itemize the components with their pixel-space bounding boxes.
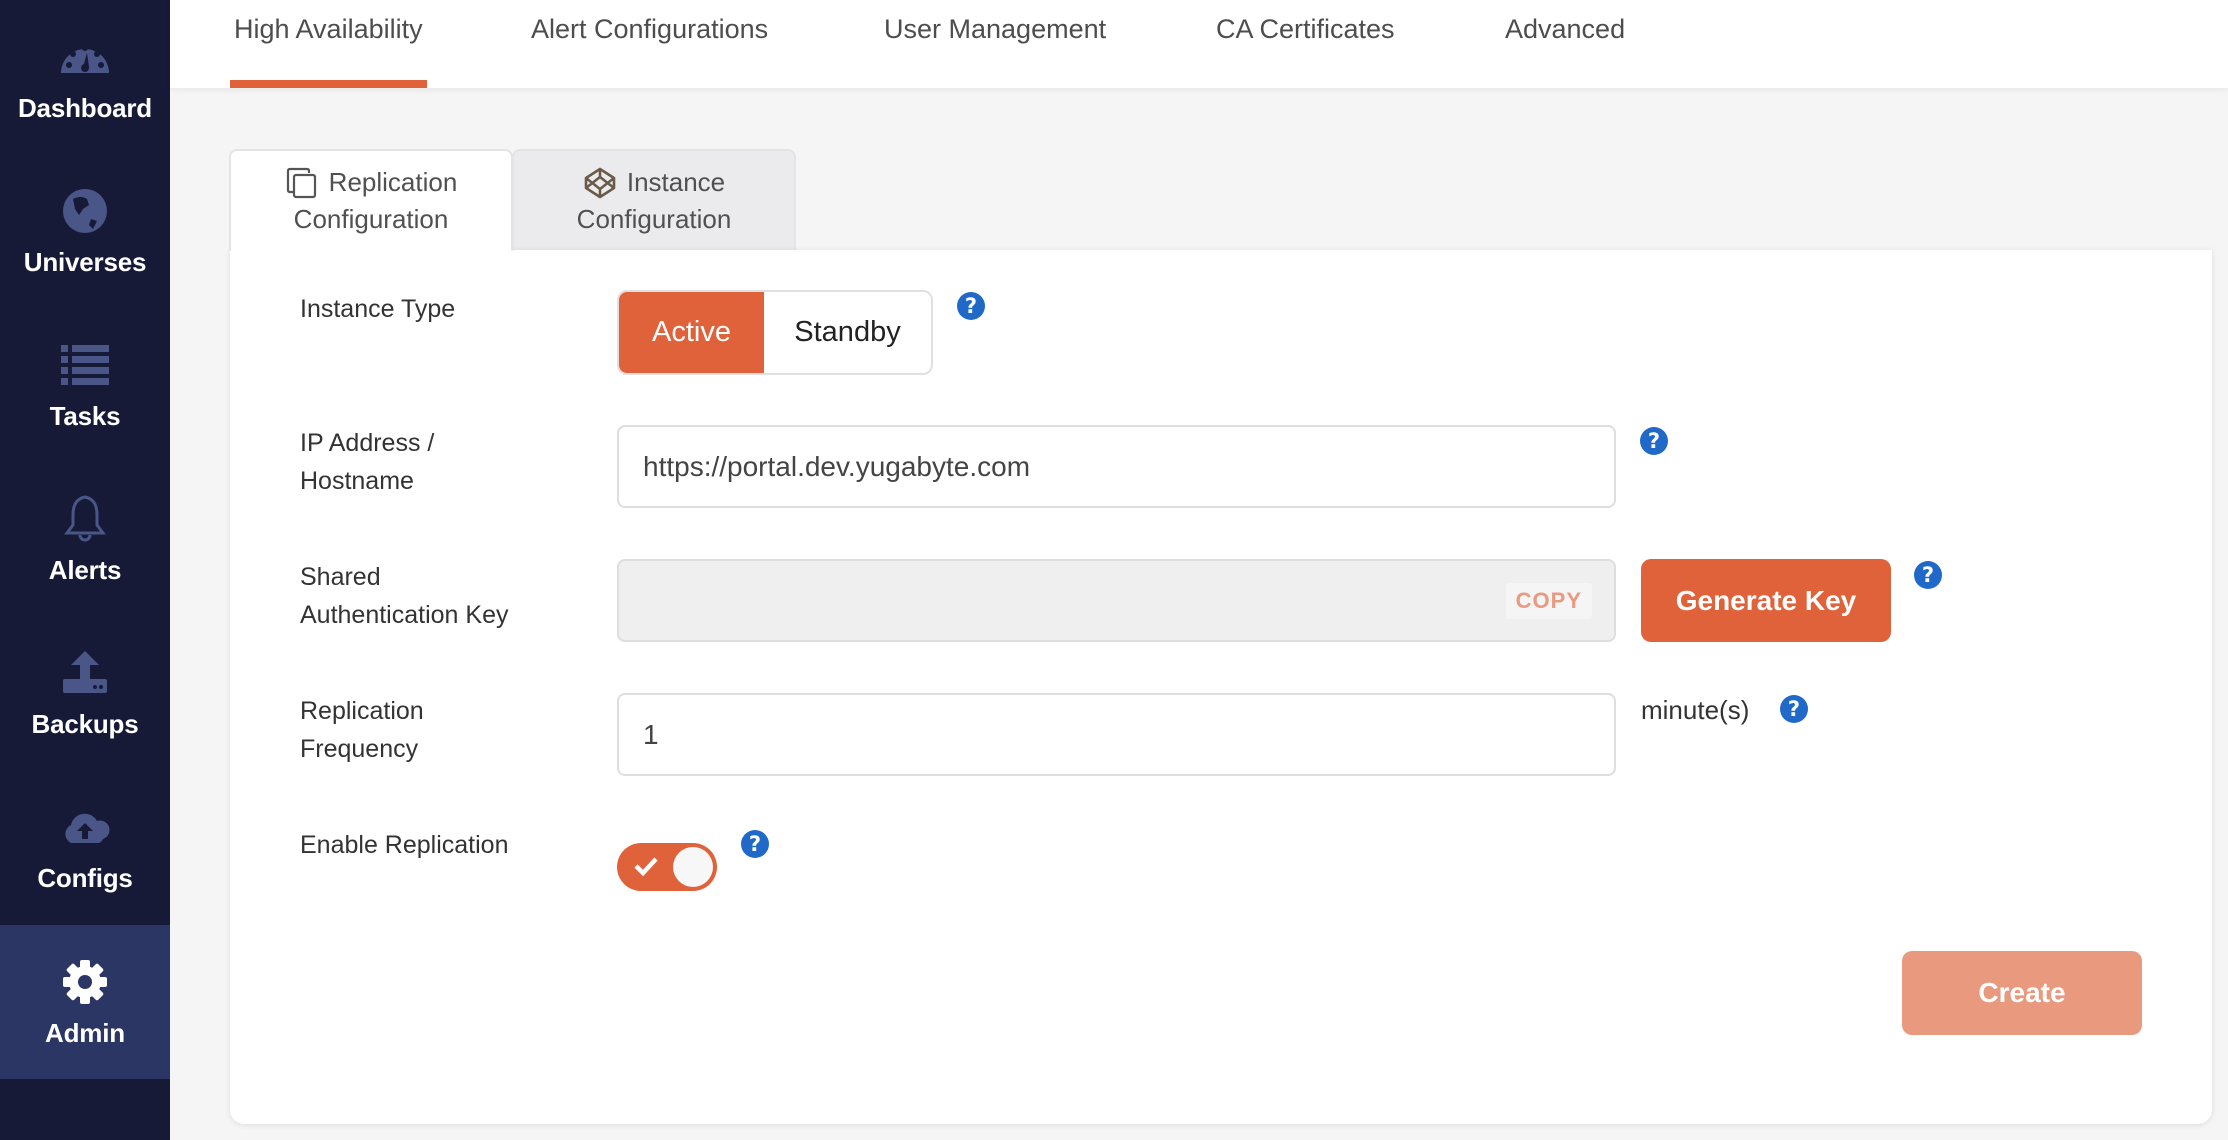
globe-icon: [63, 188, 107, 233]
tab-alert-configurations[interactable]: Alert Configurations: [531, 0, 768, 88]
frequency-unit-label: minute(s): [1641, 695, 1750, 725]
tab-label: High Availability: [234, 14, 423, 44]
sidebar-item-label: Dashboard: [17, 92, 152, 123]
toggle-knob: [673, 847, 713, 887]
tab-label: Alert Configurations: [531, 14, 769, 44]
help-icon[interactable]: ?: [957, 292, 985, 320]
instance-type-active-button[interactable]: Active: [619, 292, 764, 373]
copy-button[interactable]: COPY: [1505, 583, 1592, 619]
label-line: Hostname: [300, 467, 414, 495]
sidebar-item-alerts[interactable]: Alerts: [0, 462, 170, 616]
tab-advanced[interactable]: Advanced: [1505, 0, 1625, 88]
create-button[interactable]: Create: [1902, 951, 2142, 1035]
tab-ca-certificates[interactable]: CA Certificates: [1216, 0, 1395, 88]
replication-frequency-input[interactable]: 1: [617, 693, 1616, 776]
copy-icon: [286, 167, 316, 198]
generate-key-button[interactable]: Generate Key: [1641, 559, 1891, 642]
tab-label: User Management: [884, 14, 1107, 44]
label-line: Shared: [300, 563, 381, 591]
help-icon[interactable]: ?: [741, 830, 769, 858]
sidebar-item-tasks[interactable]: Tasks: [0, 308, 170, 462]
subtab-label: Instance: [626, 167, 726, 197]
shared-key-label: Shared Authentication Key: [300, 558, 508, 634]
enable-replication-toggle[interactable]: [617, 843, 717, 891]
input-value: 1: [643, 718, 659, 750]
upload-icon: [63, 650, 107, 693]
tab-label: CA Certificates: [1216, 14, 1395, 44]
help-icon[interactable]: ?: [1780, 695, 1808, 723]
ip-address-label: IP Address / Hostname: [300, 424, 434, 500]
cloud-upload-icon: [65, 813, 110, 843]
input-value: https://portal.dev.yugabyte.com: [643, 450, 1031, 482]
sidebar-item-label: Backups: [31, 708, 139, 739]
check-icon: [634, 857, 658, 877]
instance-type-label: Instance Type: [300, 295, 456, 323]
sidebar-item-label: Tasks: [49, 400, 121, 431]
sidebar-item-universes[interactable]: Universes: [0, 154, 170, 308]
sidebar-item-backups[interactable]: Backups: [0, 616, 170, 770]
ip-address-input[interactable]: https://portal.dev.yugabyte.com: [617, 425, 1616, 508]
sidebar-item-admin[interactable]: Admin: [0, 925, 170, 1079]
label-line: Frequency: [300, 735, 419, 763]
subtab-label: Configuration: [293, 204, 449, 234]
sidebar-item-label: Configs: [37, 862, 133, 893]
subtab-replication-configuration[interactable]: Replication Configuration: [229, 149, 513, 251]
label-line: Authentication Key: [300, 601, 509, 629]
enable-replication-label: Enable Replication: [300, 831, 509, 859]
dashboard-gauge-icon: [61, 44, 109, 73]
codepen-icon: [584, 167, 616, 198]
sidebar-item-label: Alerts: [48, 554, 122, 585]
tab-user-management[interactable]: User Management: [884, 0, 1106, 88]
bell-icon: [64, 494, 106, 541]
shared-key-input[interactable]: COPY: [617, 559, 1616, 642]
list-icon: [61, 344, 109, 385]
label-line: Replication: [300, 697, 424, 725]
sidebar: Dashboard Universes Tasks Alerts Backups…: [0, 0, 170, 1140]
subtab-instance-configuration[interactable]: Instance Configuration: [512, 149, 796, 251]
gear-icon: [63, 959, 107, 1004]
help-icon[interactable]: ?: [1914, 561, 1942, 589]
instance-type-standby-button[interactable]: Standby: [764, 292, 931, 373]
replication-frequency-label: Replication Frequency: [300, 692, 424, 768]
sidebar-item-label: Admin: [45, 1017, 125, 1048]
active-tab-indicator: [230, 80, 427, 88]
help-icon[interactable]: ?: [1640, 427, 1668, 455]
label-line: IP Address /: [300, 429, 435, 457]
sidebar-item-dashboard[interactable]: Dashboard: [0, 0, 170, 154]
subtab-label: Configuration: [576, 204, 732, 234]
instance-type-toggle: Active Standby: [617, 290, 933, 375]
admin-tabs: High Availability Alert Configurations U…: [170, 0, 2228, 88]
tab-label: Advanced: [1505, 14, 1626, 44]
tab-high-availability[interactable]: High Availability: [230, 0, 427, 88]
subtab-label: Replication: [328, 167, 458, 197]
sidebar-item-configs[interactable]: Configs: [0, 770, 170, 924]
sidebar-item-label: Universes: [23, 246, 147, 277]
